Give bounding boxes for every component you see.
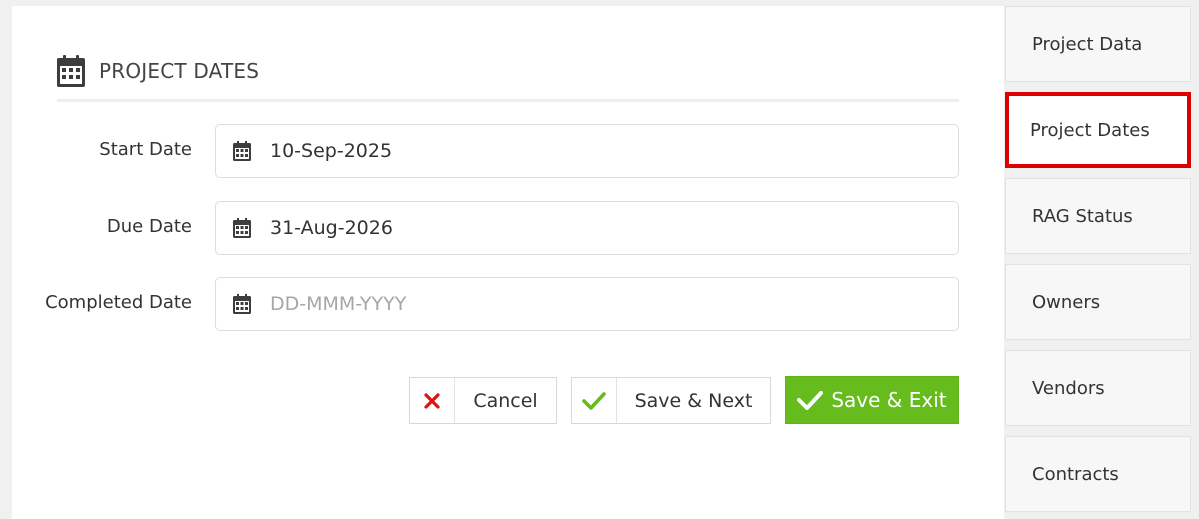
sidebar-item-label[interactable]: RAG Status — [1032, 206, 1133, 227]
check-icon[interactable] — [572, 378, 617, 423]
save-next-button[interactable]: Save & Next — [571, 377, 771, 424]
completed-date-field[interactable] — [215, 277, 959, 331]
sidebar-item-rag-status[interactable]: RAG Status — [1005, 178, 1191, 254]
calendar-icon[interactable] — [233, 218, 251, 238]
check-icon[interactable] — [797, 390, 824, 410]
completed-date-label: Completed Date — [45, 292, 192, 313]
calendar-icon[interactable] — [233, 294, 251, 314]
due-date-label: Due Date — [106, 216, 192, 237]
close-icon[interactable] — [410, 378, 455, 423]
start-date-label: Start Date — [99, 139, 192, 160]
calendar-icon — [57, 55, 85, 87]
sidebar-item-label[interactable]: Project Dates — [1030, 120, 1150, 141]
project-dates-panel: PROJECT DATES Start Date 10-Sep-2025 Due… — [12, 6, 1004, 519]
completed-date-row: Completed Date — [12, 277, 972, 331]
section-title: PROJECT DATES — [99, 59, 260, 83]
start-date-row: Start Date — [12, 124, 972, 178]
sidebar-item-contracts[interactable]: Contracts — [1005, 436, 1191, 512]
start-date-field[interactable] — [215, 124, 959, 178]
section-header: PROJECT DATES — [57, 52, 259, 90]
calendar-icon[interactable] — [233, 141, 251, 161]
save-next-button-label[interactable]: Save & Next — [617, 378, 770, 423]
sidebar-item-label[interactable]: Contracts — [1032, 464, 1119, 485]
header-divider — [57, 99, 959, 102]
save-exit-button[interactable]: Save & Exit — [785, 376, 959, 424]
due-date-field[interactable] — [215, 201, 959, 255]
sidebar-item-label[interactable]: Owners — [1032, 292, 1100, 313]
cancel-button[interactable]: Cancel — [409, 377, 557, 424]
sidebar-item-project-dates[interactable]: Project Dates — [1005, 92, 1191, 168]
sidebar-item-label[interactable]: Project Data — [1032, 34, 1142, 55]
due-date-row: Due Date — [12, 201, 972, 255]
sidebar-item-label[interactable]: Vendors — [1032, 378, 1105, 399]
save-exit-button-label[interactable]: Save & Exit — [831, 388, 946, 412]
sidebar-item-vendors[interactable]: Vendors — [1005, 350, 1191, 426]
cancel-button-label[interactable]: Cancel — [455, 378, 556, 423]
sidebar-item-owners[interactable]: Owners — [1005, 264, 1191, 340]
start-date-input[interactable] — [270, 140, 870, 162]
due-date-input[interactable] — [270, 217, 870, 239]
completed-date-input[interactable] — [270, 293, 870, 315]
sidebar-item-project-data[interactable]: Project Data — [1005, 6, 1191, 82]
